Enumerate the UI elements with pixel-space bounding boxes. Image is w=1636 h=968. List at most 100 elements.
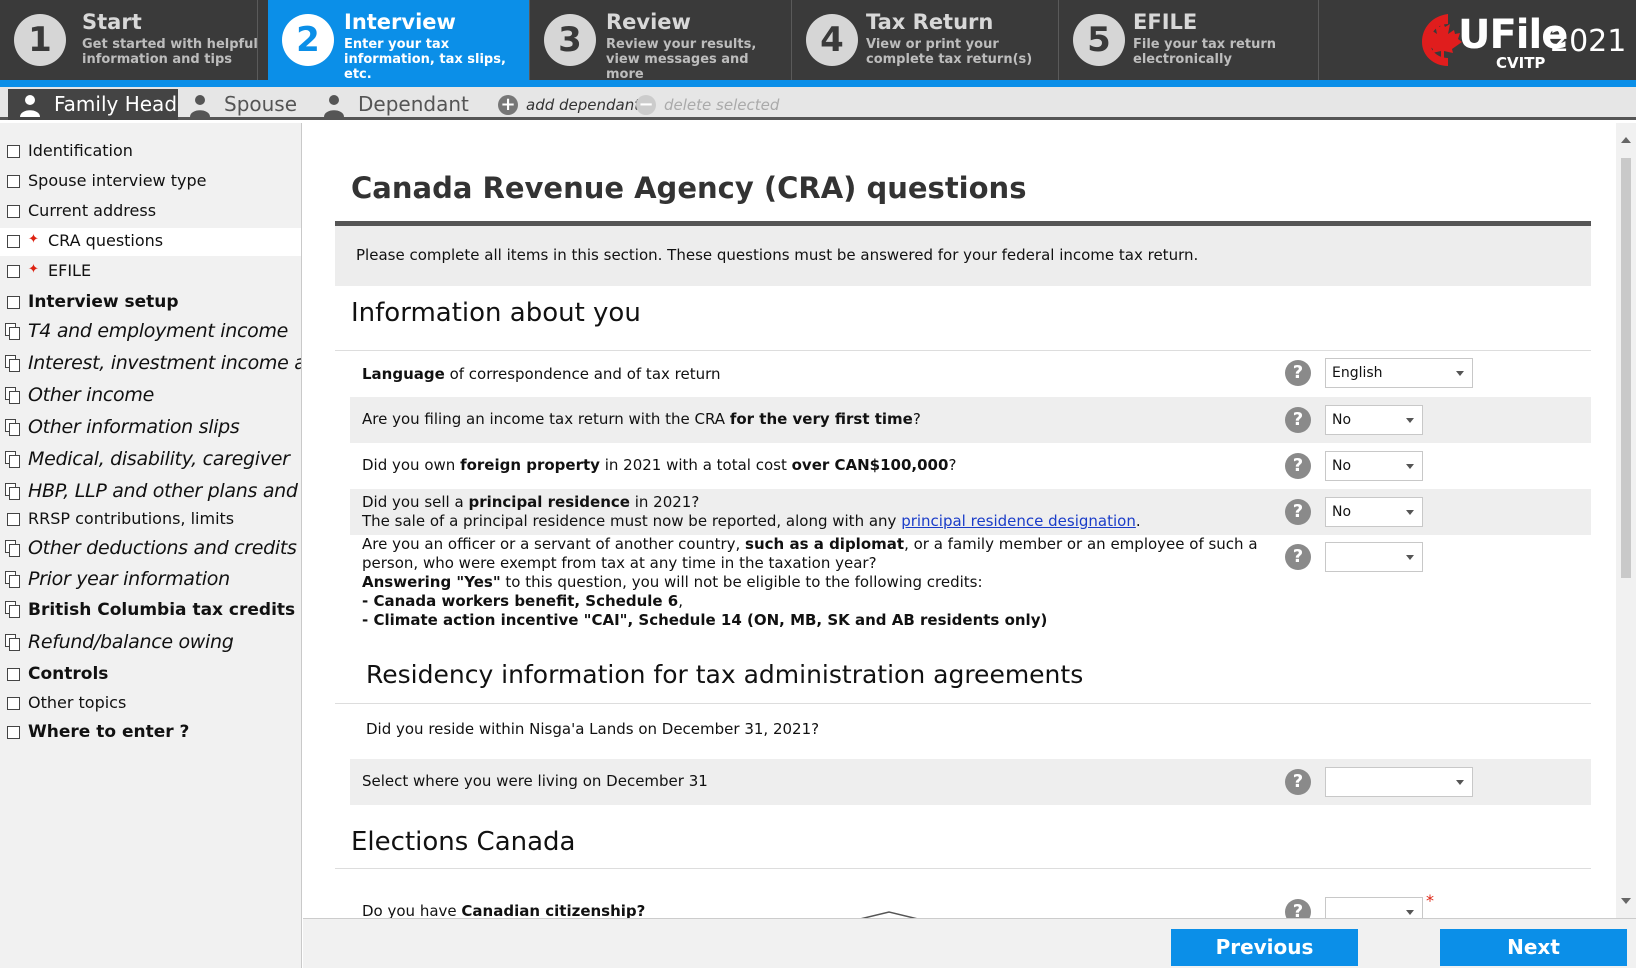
principal-residence-designation-link[interactable]: principal residence designation	[901, 512, 1136, 530]
step-title: Review	[606, 10, 691, 34]
logo-year: 2021	[1550, 24, 1627, 59]
help-icon[interactable]: ?	[1285, 453, 1311, 479]
add-dependant-button[interactable]: + add dependant	[498, 94, 640, 116]
sidebar-item-where-to-enter[interactable]: Where to enter ?	[0, 719, 301, 747]
question-foreign-property: Did you own foreign property in 2021 wit…	[350, 443, 1591, 489]
chevron-down-icon	[1406, 910, 1414, 915]
step-title: Interview	[344, 10, 456, 34]
sidebar-item-other-topics[interactable]: Other topics	[0, 690, 301, 718]
sidebar-item-label: Controls	[28, 664, 109, 684]
sidebar-item-label: Other topics	[28, 693, 127, 712]
sidebar-item-interest-investment[interactable]: Interest, investment income and	[0, 351, 301, 379]
folder-icon	[5, 451, 21, 468]
scroll-down-arrow-icon[interactable]	[1621, 898, 1631, 904]
sidebar-item-controls[interactable]: Controls	[0, 661, 301, 689]
sidebar-item-efile[interactable]: ✦ EFILE	[0, 258, 301, 286]
chevron-down-icon	[1406, 510, 1414, 515]
checkbox[interactable]	[7, 726, 20, 739]
section-heading-about-you: Information about you	[351, 298, 641, 328]
help-icon[interactable]: ?	[1285, 769, 1311, 795]
sidebar-item-other-information-slips[interactable]: Other information slips	[0, 415, 301, 443]
checkbox[interactable]	[7, 513, 20, 526]
chevron-up-icon[interactable]	[859, 909, 919, 918]
step-efile[interactable]: 5 EFILE File your tax return electronica…	[1059, 0, 1319, 80]
first-time-select[interactable]: No	[1325, 405, 1423, 435]
checkbox[interactable]	[7, 145, 20, 158]
sidebar-item-cra-questions[interactable]: ✦ CRA questions	[0, 228, 301, 256]
tab-label: Family Head	[54, 92, 178, 116]
section-divider	[335, 868, 1591, 869]
help-icon[interactable]: ?	[1285, 544, 1311, 570]
step-review[interactable]: 3 Review Review your results, view messa…	[530, 0, 792, 82]
step-tax-return[interactable]: 4 Tax Return View or print your complete…	[792, 0, 1059, 80]
sidebar-item-identification[interactable]: Identification	[0, 138, 301, 166]
sidebar-item-label: Other information slips	[28, 416, 240, 438]
question-text: Language of correspondence and of tax re…	[362, 365, 721, 383]
checkbox[interactable]	[7, 668, 20, 681]
question-text: Did you reside within Nisga'a Lands on D…	[366, 720, 820, 738]
person-icon	[190, 95, 210, 117]
sidebar-item-other-income[interactable]: Other income	[0, 383, 301, 411]
tab-spouse[interactable]: Spouse	[178, 89, 298, 120]
step-number: 1	[14, 14, 66, 66]
help-icon[interactable]: ?	[1285, 499, 1311, 525]
minus-icon: −	[636, 95, 656, 115]
sidebar-item-other-deductions[interactable]: Other deductions and credits	[0, 536, 301, 564]
living-location-select[interactable]	[1325, 767, 1473, 797]
maple-leaf-icon: ✦	[28, 232, 39, 247]
scrollbar-thumb[interactable]	[1621, 158, 1631, 578]
delete-selected-button[interactable]: − delete selected	[636, 94, 780, 116]
step-description: Get started with helpful information and…	[82, 37, 258, 67]
previous-button[interactable]: Previous	[1171, 929, 1358, 966]
checkbox[interactable]	[7, 205, 20, 218]
sidebar-item-rrsp[interactable]: RRSP contributions, limits	[0, 506, 301, 534]
sidebar-item-t4-employment[interactable]: T4 and employment income	[0, 319, 301, 347]
help-icon[interactable]: ?	[1285, 899, 1311, 918]
scroll-up-arrow-icon[interactable]	[1621, 137, 1631, 143]
step-description: View or print your complete tax return(s…	[866, 37, 1033, 67]
sidebar-item-label: CRA questions	[48, 231, 164, 250]
delete-selected-label: delete selected	[664, 96, 780, 114]
sidebar-item-prior-year[interactable]: Prior year information	[0, 567, 301, 595]
sidebar-item-refund-balance[interactable]: Refund/balance owing	[0, 630, 301, 658]
vertical-scrollbar[interactable]	[1616, 123, 1636, 918]
step-number: 2	[282, 14, 334, 66]
section-heading-elections: Elections Canada	[351, 827, 576, 857]
sidebar-item-hbp-llp[interactable]: HBP, LLP and other plans and fi	[0, 479, 302, 507]
accent-bar	[0, 80, 1636, 87]
question-text: Are you an officer or a servant of anoth…	[362, 535, 1258, 629]
sidebar-item-label: EFILE	[48, 261, 92, 280]
step-title: Tax Return	[866, 10, 994, 34]
language-select[interactable]: English	[1325, 358, 1473, 388]
step-interview[interactable]: 2 Interview Enter your tax information, …	[268, 0, 530, 82]
tab-family-head[interactable]: Family Head	[8, 89, 178, 120]
next-button[interactable]: Next	[1440, 929, 1627, 966]
checkbox[interactable]	[7, 265, 20, 278]
checkbox[interactable]	[7, 697, 20, 710]
sidebar-item-bc-tax-credits[interactable]: British Columbia tax credits	[0, 597, 301, 625]
step-number: 3	[544, 14, 596, 66]
citizenship-select[interactable]	[1325, 897, 1423, 918]
sidebar-item-interview-setup[interactable]: Interview setup	[0, 289, 301, 317]
sidebar-item-medical-disability[interactable]: Medical, disability, caregiver	[0, 447, 301, 475]
diplomat-select[interactable]	[1325, 542, 1423, 572]
checkbox[interactable]	[7, 235, 20, 248]
person-icon	[20, 95, 40, 117]
help-icon[interactable]: ?	[1285, 407, 1311, 433]
sidebar-item-current-address[interactable]: Current address	[0, 198, 301, 226]
folder-icon	[5, 601, 21, 618]
step-description: Review your results, view messages and m…	[606, 37, 757, 82]
step-start[interactable]: 1 Start Get started with helpful informa…	[0, 0, 258, 80]
help-icon[interactable]: ?	[1285, 360, 1311, 386]
tab-dependant[interactable]: Dependant	[312, 89, 469, 120]
intro-text: Please complete all items in this sectio…	[356, 246, 1199, 264]
checkbox[interactable]	[7, 296, 20, 309]
checkbox[interactable]	[7, 175, 20, 188]
step-number: 4	[806, 14, 858, 66]
principal-residence-select[interactable]: No	[1325, 497, 1423, 527]
chevron-down-icon	[1406, 418, 1414, 423]
sidebar-item-label: HBP, LLP and other plans and fi	[28, 480, 302, 502]
sidebar-item-spouse-interview-type[interactable]: Spouse interview type	[0, 168, 301, 196]
select-value: No	[1332, 412, 1352, 428]
foreign-property-select[interactable]: No	[1325, 451, 1423, 481]
